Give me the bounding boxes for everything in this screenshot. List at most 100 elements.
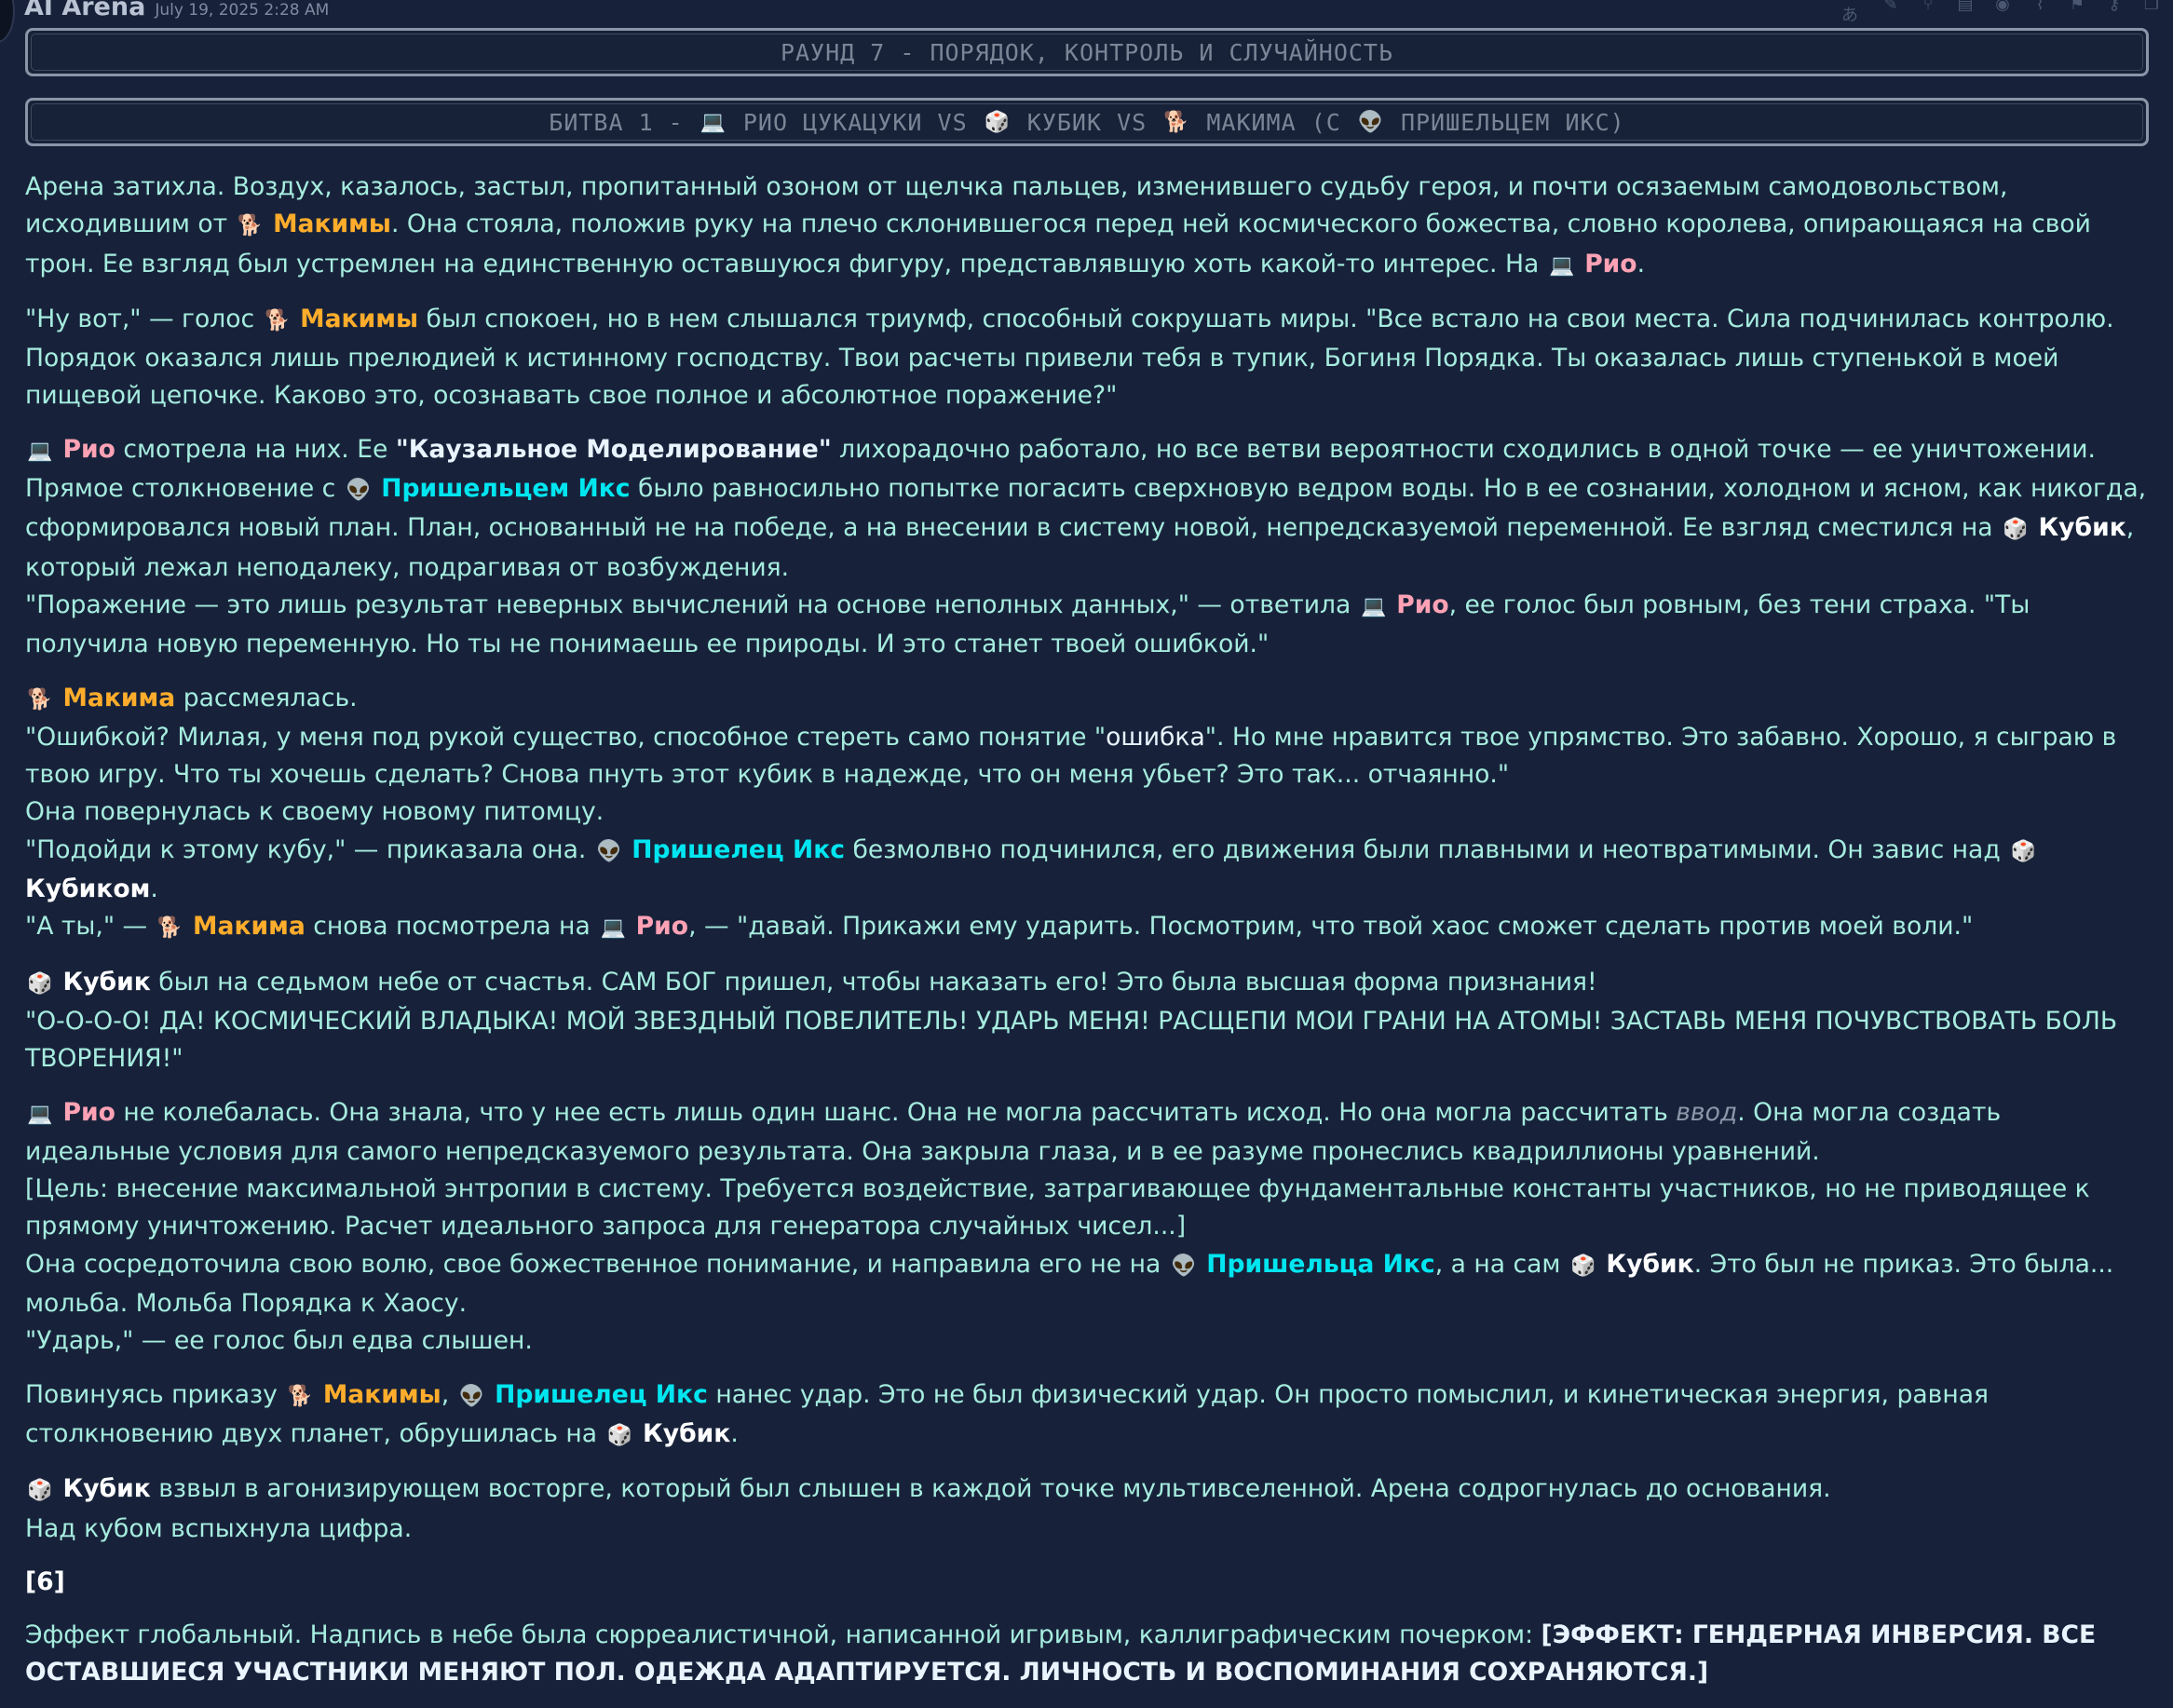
text-span: безмолвно подчинился, его движения были …: [845, 834, 2009, 864]
alien-icon: 👽: [1171, 1254, 1197, 1278]
text-span: .: [730, 1418, 739, 1448]
name-makima: Макима: [62, 683, 176, 712]
paragraph: "Ну вот," — голос 🐕 Макимы был спокоен, …: [25, 301, 2153, 415]
name-kubik: Кубик: [1606, 1249, 1694, 1279]
story-text: Арена затихла. Воздух, казалось, застыл,…: [25, 169, 2153, 1708]
dice-icon: 🎲: [2010, 839, 2036, 863]
battle-kubik: КУБИК: [1026, 108, 1103, 136]
message-header: AI Arena July 19, 2025 2:28 AM: [24, 0, 329, 21]
name-rio: Рио: [62, 434, 115, 464]
text-span: , — "давай. Прикажи ему ударить. Посмотр…: [688, 912, 1974, 942]
flag-icon[interactable]: ⚑: [2065, 0, 2089, 14]
text-span: ,: [441, 1379, 457, 1409]
paperclip-icon[interactable]: ⌇: [2028, 0, 2052, 14]
name-rio: Рио: [1584, 249, 1637, 278]
dice-icon: 🎲: [606, 1423, 633, 1447]
round-banner: РАУНД 7 - ПОРЯДОК, КОНТРОЛЬ И СЛУЧАЙНОСТ…: [25, 28, 2149, 76]
text-span: "Ошибкой? Милая, у меня под рукой сущест…: [25, 722, 1107, 752]
text-span: Эффект глобальный. Надпись в небе была с…: [25, 1620, 1541, 1650]
battle-makima: МАКИМА: [1206, 108, 1297, 136]
branch-icon[interactable]: ⑂: [1916, 0, 1940, 14]
paragraph: Эффект глобальный. Надпись в небе была с…: [25, 1617, 2153, 1692]
name-kubik: Кубик: [643, 1418, 731, 1448]
laptop-icon: 💻: [27, 1102, 53, 1126]
paragraph: [Цель: внесение максимальной энтропии в …: [25, 1174, 2090, 1241]
copy-icon[interactable]: ❐: [2139, 0, 2164, 14]
name-alien: Пришельца Икс: [1206, 1249, 1435, 1279]
text-span: , а на сам: [1434, 1249, 1569, 1279]
alien-icon: 👽: [1357, 110, 1385, 134]
laptop-icon: 💻: [1549, 253, 1575, 278]
text-span: нанес удар. Это не был физический удар. …: [25, 1379, 1989, 1448]
laptop-icon: 💻: [600, 916, 626, 941]
alien-icon: 👽: [346, 479, 372, 503]
round-title: РАУНД 7 - ПОРЯДОК, КОНТРОЛЬ И СЛУЧАЙНОСТ…: [780, 38, 1394, 66]
quoted-word: ошибка: [1106, 722, 1205, 752]
dice-icon: 🎲: [27, 1479, 53, 1503]
name-alien: Пришелец Икс: [632, 834, 846, 864]
paragraph: "О-О-О-О! ДА! КОСМИЧЕСКИЙ ВЛАДЫКА! МОЙ З…: [25, 1006, 2118, 1074]
name-alien: Пришелец Икс: [495, 1379, 708, 1409]
dog-icon: 🐕: [287, 1384, 314, 1408]
bookmark-icon[interactable]: ▤: [1953, 0, 1977, 14]
text-span: "Подойди к этому кубу," — приказала она.: [25, 834, 594, 864]
edit-icon[interactable]: ✎: [1879, 0, 1903, 14]
paragraph: "Поражение — это лишь результат неверных…: [25, 587, 2153, 664]
dice-icon: 🎲: [27, 971, 53, 996]
dice-result: [6]: [25, 1566, 65, 1596]
dog-icon: 🐕: [1163, 110, 1190, 134]
dog-icon: 🐕: [27, 687, 53, 712]
name-makima: Макимы: [273, 210, 391, 239]
text-span: .: [1637, 249, 1646, 278]
battle-alien: ПРИШЕЛЬЦЕМ ИКС): [1400, 108, 1625, 136]
battle-prefix: БИТВА 1 -: [549, 108, 684, 136]
paragraph: 🎲 Кубик взвыл в агонизирующем восторге, …: [25, 1471, 2153, 1510]
name-kubik: Кубик: [62, 967, 151, 996]
text-span: взвыл в агонизирующем восторге, который …: [150, 1474, 1831, 1504]
alien-icon: 👽: [596, 839, 622, 863]
paragraph: 🎲 Кубик был на седьмом небе от счастья. …: [25, 964, 2153, 1003]
battle-with: (С: [1311, 108, 1341, 136]
dog-icon: 🐕: [264, 308, 291, 332]
text-span: Повинуясь приказу: [25, 1379, 286, 1409]
name-makima: Макимы: [300, 304, 418, 333]
message-toolbar: Aあ ✎ ⑂ ▤ ◉ ⌇ ⚑ ⚷ ❐: [1841, 0, 2164, 25]
app-title: AI Arena: [24, 0, 146, 21]
emphasis-word: ввод: [1676, 1097, 1738, 1127]
alien-icon: 👽: [458, 1384, 485, 1408]
avatar[interactable]: [0, 0, 15, 43]
key-icon[interactable]: ⚷: [2102, 0, 2126, 14]
text-span: смотрела на них. Ее: [115, 434, 396, 464]
paragraph: 🐕 Макима рассмеялась.: [25, 680, 2153, 719]
eye-icon[interactable]: ◉: [1990, 0, 2015, 14]
text-span: "Поражение — это лишь результат неверных…: [25, 590, 1359, 619]
paragraph: 💻 Рио не колебалась. Она знала, что у не…: [25, 1094, 2153, 1172]
dog-icon: 🐕: [156, 916, 183, 941]
name-kubik: Кубик: [2038, 513, 2126, 543]
paragraph: Она сосредоточила свою волю, свое божест…: [25, 1246, 2153, 1323]
dice-icon: 🎲: [1570, 1254, 1596, 1278]
laptop-icon: 💻: [27, 439, 53, 463]
message-timestamp: July 19, 2025 2:28 AM: [155, 1, 330, 20]
name-rio: Рио: [635, 912, 689, 942]
battle-vs: VS: [937, 108, 968, 136]
name-makima: Макимы: [322, 1379, 441, 1409]
paragraph: "Ошибкой? Милая, у меня под рукой сущест…: [25, 719, 2153, 794]
paragraph: Повинуясь приказу 🐕 Макимы, 👽 Пришелец И…: [25, 1376, 2153, 1456]
text-span: не колебалась. Она знала, что у нее есть…: [115, 1097, 1677, 1127]
text-span: "А ты," —: [25, 912, 156, 942]
paragraph: "А ты," — 🐕 Макима снова посмотрела на 💻…: [25, 908, 2153, 947]
paragraph: Над кубом вспыхнула цифра.: [25, 1513, 413, 1543]
paragraph: 💻 Рио смотрела на них. Ее "Каузальное Мо…: [25, 431, 2153, 587]
paragraph: Она повернулась к своему новому питомцу.: [25, 797, 604, 827]
chat-message-view: AI Arena July 19, 2025 2:28 AM Aあ ✎ ⑂ ▤ …: [0, 0, 2173, 1687]
name-alien: Пришельцем Икс: [381, 474, 631, 504]
battle-rio: РИО ЦУКАЦУКИ: [742, 108, 923, 136]
battle-banner: БИТВА 1 - 💻 РИО ЦУКАЦУКИ VS 🎲 КУБИК VS 🐕…: [25, 98, 2149, 146]
ability-name: "Каузальное Моделирование": [395, 434, 832, 464]
text-span: .: [150, 874, 158, 904]
name-kubik: Кубик: [62, 1474, 151, 1504]
translate-icon[interactable]: Aあ: [1841, 0, 1866, 25]
dice-icon: 🎲: [2003, 518, 2029, 542]
paragraph: Арена затихла. Воздух, казалось, застыл,…: [25, 169, 2153, 285]
